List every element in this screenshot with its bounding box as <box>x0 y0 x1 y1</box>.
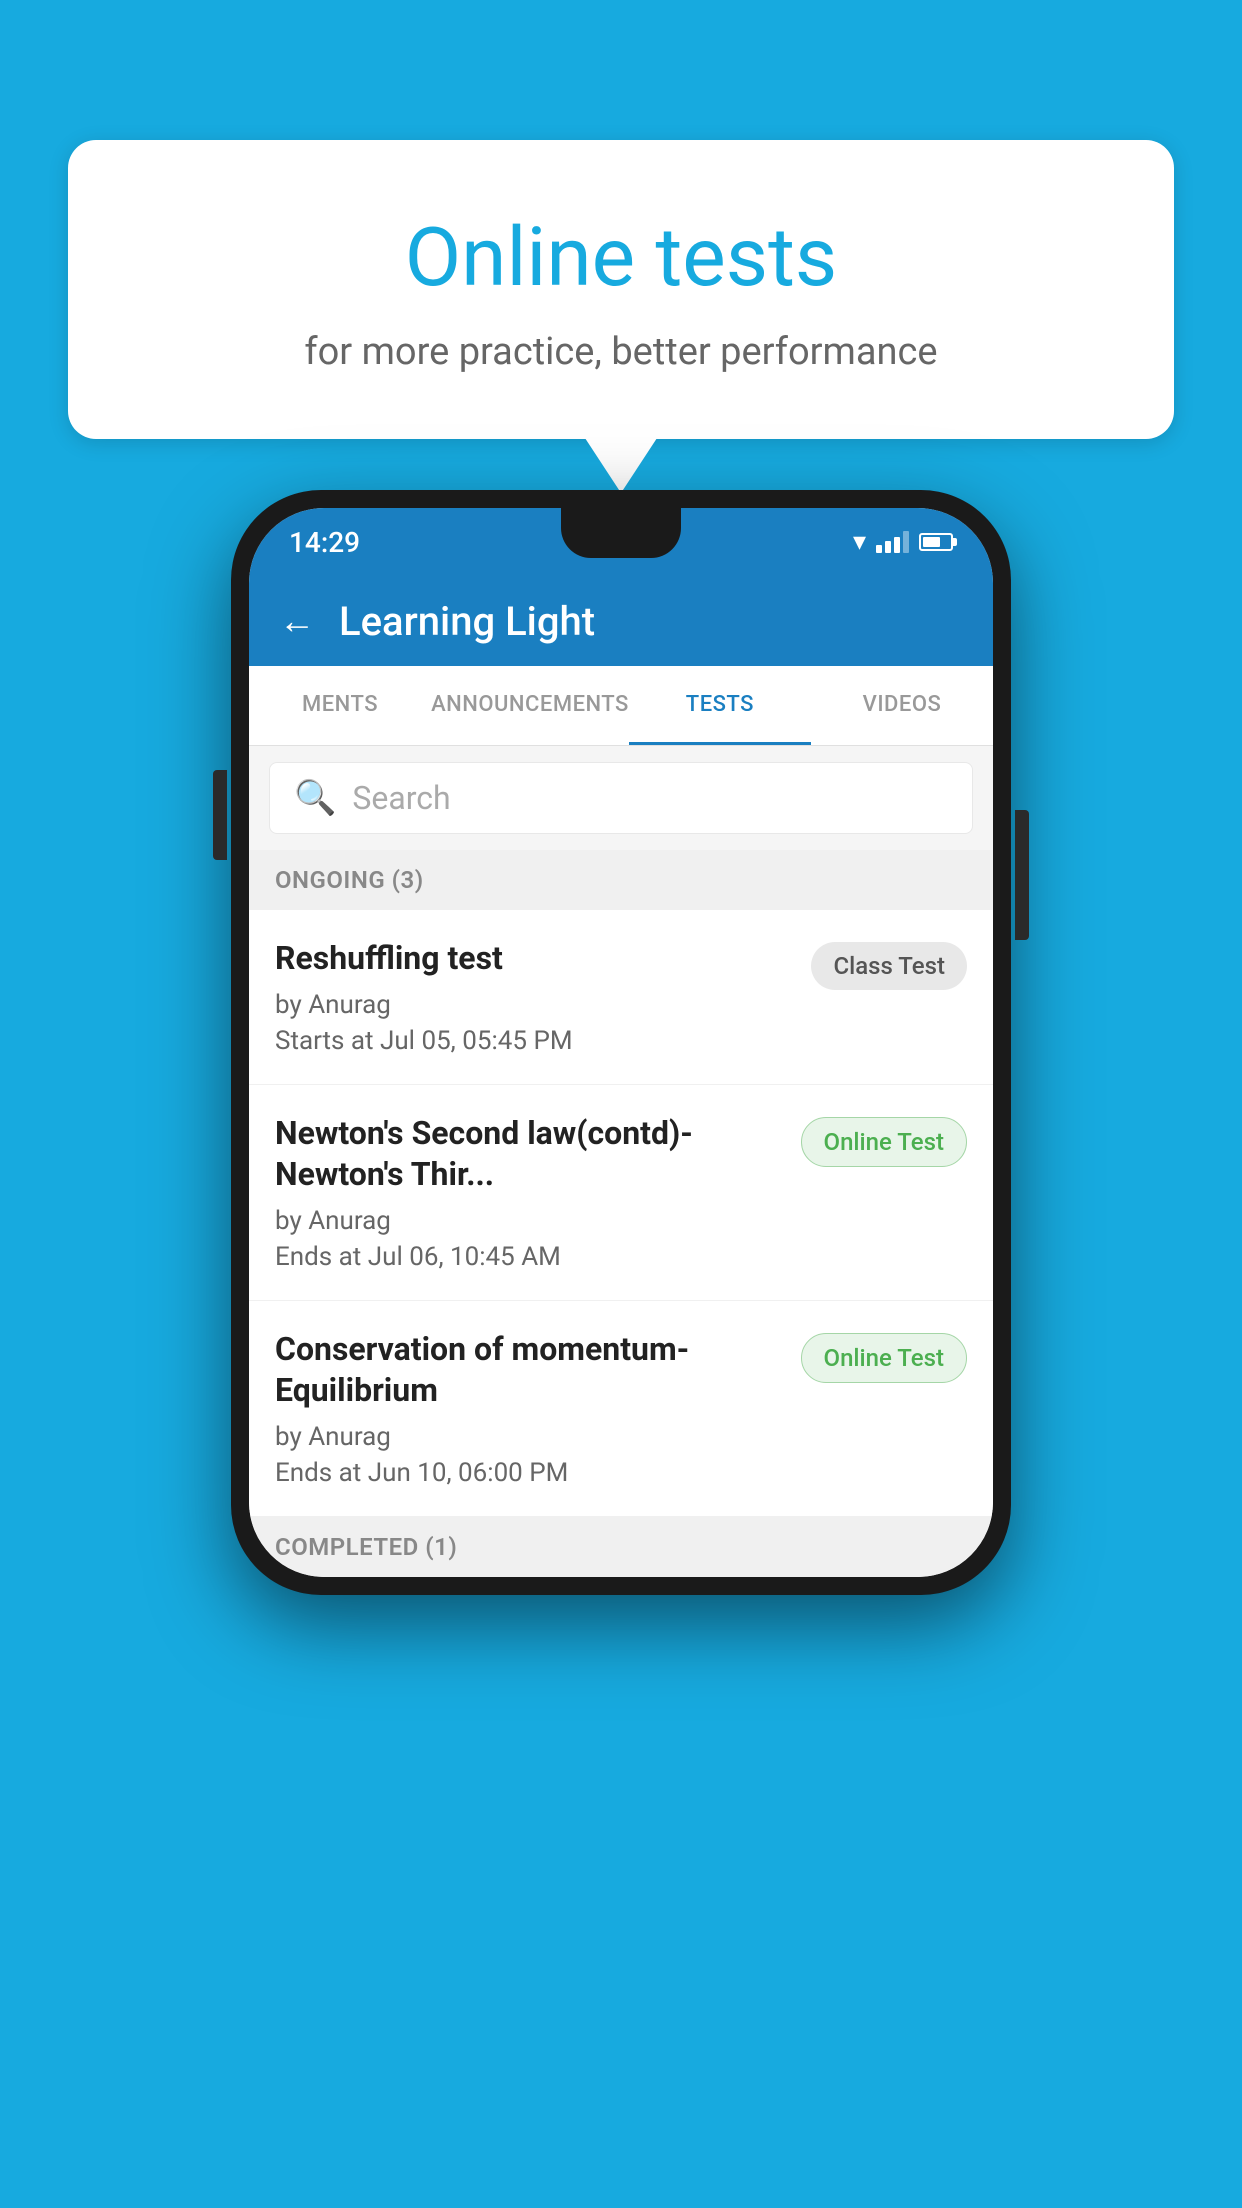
phone-screen: 14:29 ▾ <box>249 508 993 1577</box>
tabs-bar: MENTS ANNOUNCEMENTS TESTS VIDEOS <box>249 666 993 746</box>
ongoing-section-header: ONGOING (3) <box>249 850 993 910</box>
test-item[interactable]: Reshuffling test by Anurag Starts at Jul… <box>249 910 993 1085</box>
search-container: 🔍 Search <box>249 746 993 850</box>
notch <box>561 508 681 558</box>
signal-icon <box>876 531 909 553</box>
test-date: Ends at Jun 10, 06:00 PM <box>275 1458 785 1488</box>
back-button[interactable]: ← <box>279 600 315 642</box>
wifi-icon: ▾ <box>853 527 866 557</box>
status-bar: 14:29 ▾ <box>249 508 993 576</box>
app-header: ← Learning Light <box>249 576 993 666</box>
test-author: by Anurag <box>275 1422 785 1452</box>
test-item[interactable]: Newton's Second law(contd)-Newton's Thir… <box>249 1085 993 1301</box>
speech-bubble-container: Online tests for more practice, better p… <box>68 140 1174 439</box>
test-badge-class: Class Test <box>811 942 967 990</box>
test-date: Starts at Jul 05, 05:45 PM <box>275 1026 795 1056</box>
test-info: Newton's Second law(contd)-Newton's Thir… <box>275 1113 785 1272</box>
search-bar[interactable]: 🔍 Search <box>269 762 973 834</box>
app-header-title: Learning Light <box>339 598 595 645</box>
tab-videos[interactable]: VIDEOS <box>811 666 993 745</box>
tab-announcements[interactable]: ANNOUNCEMENTS <box>431 666 629 745</box>
test-title: Conservation of momentum-Equilibrium <box>275 1329 785 1412</box>
speech-bubble-subtitle: for more practice, better performance <box>148 330 1094 374</box>
completed-section-header: COMPLETED (1) <box>249 1517 993 1577</box>
test-badge-online: Online Test <box>801 1117 967 1167</box>
test-date: Ends at Jul 06, 10:45 AM <box>275 1242 785 1272</box>
phone-container: 14:29 ▾ <box>231 490 1011 1595</box>
test-badge-online: Online Test <box>801 1333 967 1383</box>
speech-bubble: Online tests for more practice, better p… <box>68 140 1174 439</box>
search-icon: 🔍 <box>294 778 336 818</box>
test-item[interactable]: Conservation of momentum-Equilibrium by … <box>249 1301 993 1517</box>
test-title: Reshuffling test <box>275 938 795 980</box>
status-bar-icons: ▾ <box>853 527 953 557</box>
test-author: by Anurag <box>275 990 795 1020</box>
speech-bubble-title: Online tests <box>148 210 1094 306</box>
test-title: Newton's Second law(contd)-Newton's Thir… <box>275 1113 785 1196</box>
test-info: Conservation of momentum-Equilibrium by … <box>275 1329 785 1488</box>
status-bar-time: 14:29 <box>289 526 360 559</box>
test-info: Reshuffling test by Anurag Starts at Jul… <box>275 938 795 1056</box>
battery-icon <box>919 533 953 551</box>
test-author: by Anurag <box>275 1206 785 1236</box>
tab-tests[interactable]: TESTS <box>629 666 811 745</box>
tab-ments[interactable]: MENTS <box>249 666 431 745</box>
phone-outer: 14:29 ▾ <box>231 490 1011 1595</box>
search-placeholder: Search <box>352 779 450 817</box>
